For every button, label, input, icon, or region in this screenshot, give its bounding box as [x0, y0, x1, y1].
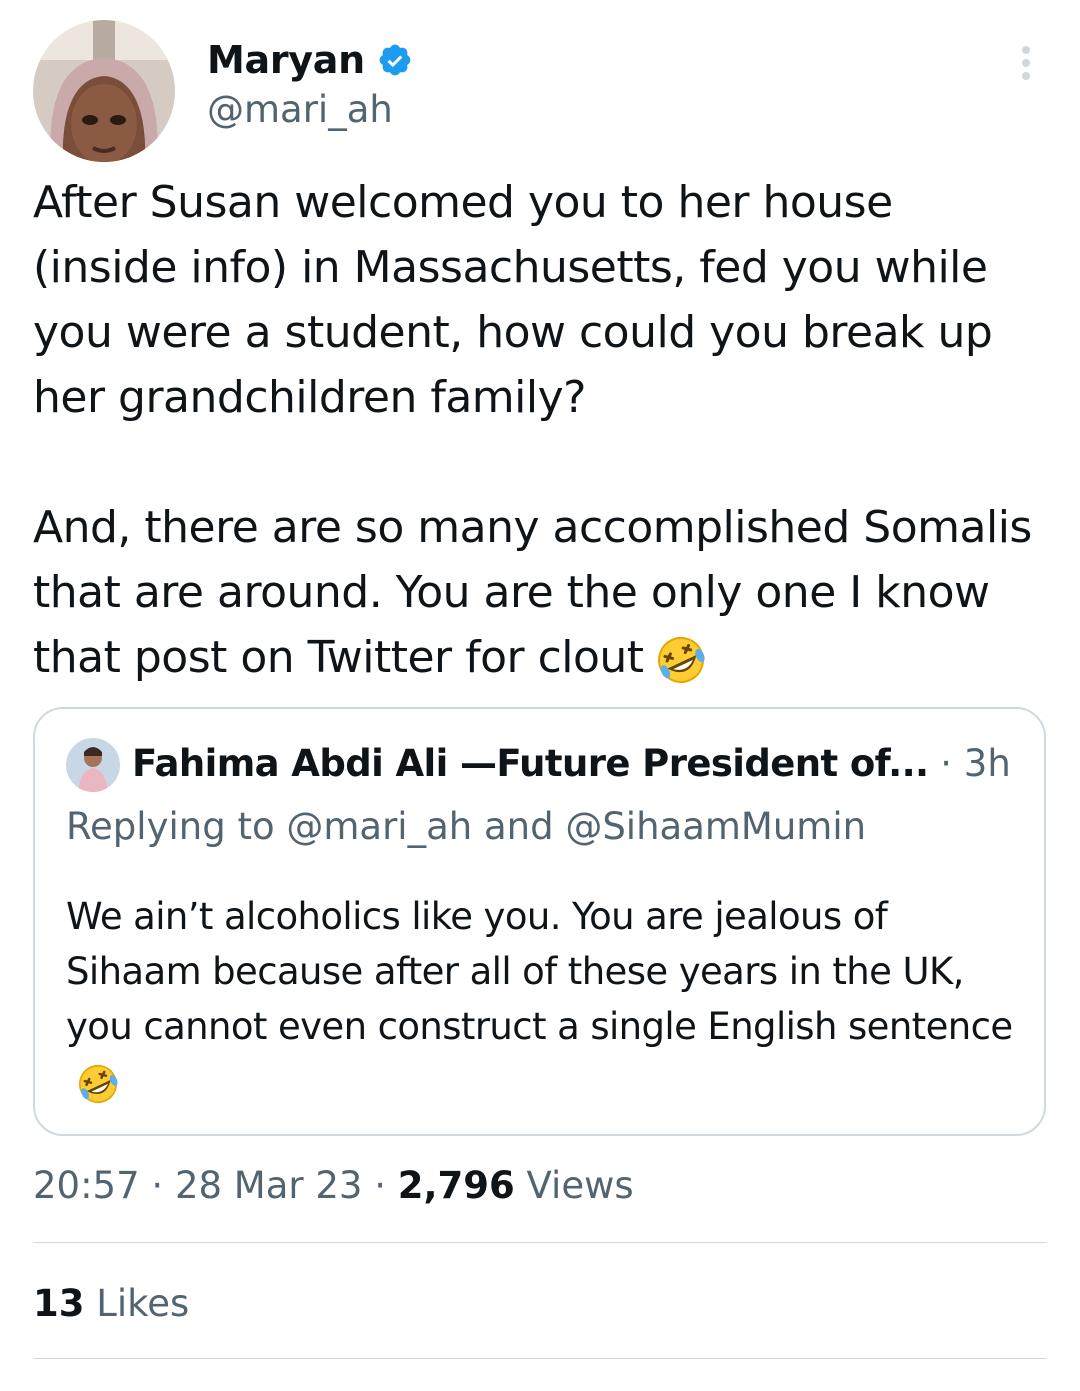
tweet-text: After Susan welcomed you to her house (i…: [33, 170, 1043, 690]
likes-label: Likes: [84, 1282, 190, 1325]
verified-badge-icon: [379, 44, 411, 76]
divider: [33, 1242, 1047, 1243]
tweet-date[interactable]: 28 Mar 23: [175, 1164, 363, 1207]
tweet-paragraph-text: And, there are so many accomplished Soma…: [33, 502, 1032, 683]
quoted-replying-to: Replying to @mari_ah and @SihaamMumin: [66, 805, 867, 848]
rolling-on-floor-laughing-emoji-icon: [78, 1064, 118, 1103]
author-avatar[interactable]: [33, 20, 175, 162]
meta-separator: ·: [139, 1164, 175, 1207]
more-vertical-icon[interactable]: [1008, 44, 1044, 84]
quoted-author-name[interactable]: Fahima Abdi Ali —Future President of...: [132, 742, 929, 785]
user-avatar-icon: [33, 20, 175, 162]
tweet-time[interactable]: 20:57: [33, 1164, 140, 1207]
quoted-text-body: We ain’t alcoholics like you. You are je…: [66, 895, 1013, 1048]
likes-link[interactable]: 13 Likes: [33, 1276, 189, 1331]
quoted-tweet[interactable]: Fahima Abdi Ali —Future President of... …: [33, 707, 1046, 1136]
author-name[interactable]: Maryan: [207, 38, 365, 82]
views-label: Views: [514, 1164, 634, 1207]
quoted-time[interactable]: 3h: [964, 742, 1011, 785]
user-avatar-icon: [66, 738, 120, 792]
author-name-row: Maryan: [207, 38, 413, 82]
quoted-separator: ·: [928, 742, 964, 785]
meta-separator: ·: [362, 1164, 398, 1207]
rolling-on-floor-laughing-emoji-icon: [657, 637, 705, 683]
views-count: 2,796: [397, 1164, 515, 1207]
tweet-paragraph: After Susan welcomed you to her house (i…: [33, 177, 993, 423]
tweet-paragraph: And, there are so many accomplished Soma…: [33, 495, 1043, 690]
quoted-text: We ain’t alcoholics like you. You are je…: [66, 889, 1026, 1109]
quoted-author-avatar[interactable]: [66, 738, 120, 792]
likes-count: 13: [33, 1282, 85, 1325]
author-handle[interactable]: @mari_ah: [207, 88, 393, 131]
tweet-meta: 20:57 · 28 Mar 23 · 2,796 Views: [33, 1158, 634, 1213]
divider: [33, 1358, 1047, 1359]
quoted-header: Fahima Abdi Ali —Future President of... …: [132, 739, 1011, 789]
